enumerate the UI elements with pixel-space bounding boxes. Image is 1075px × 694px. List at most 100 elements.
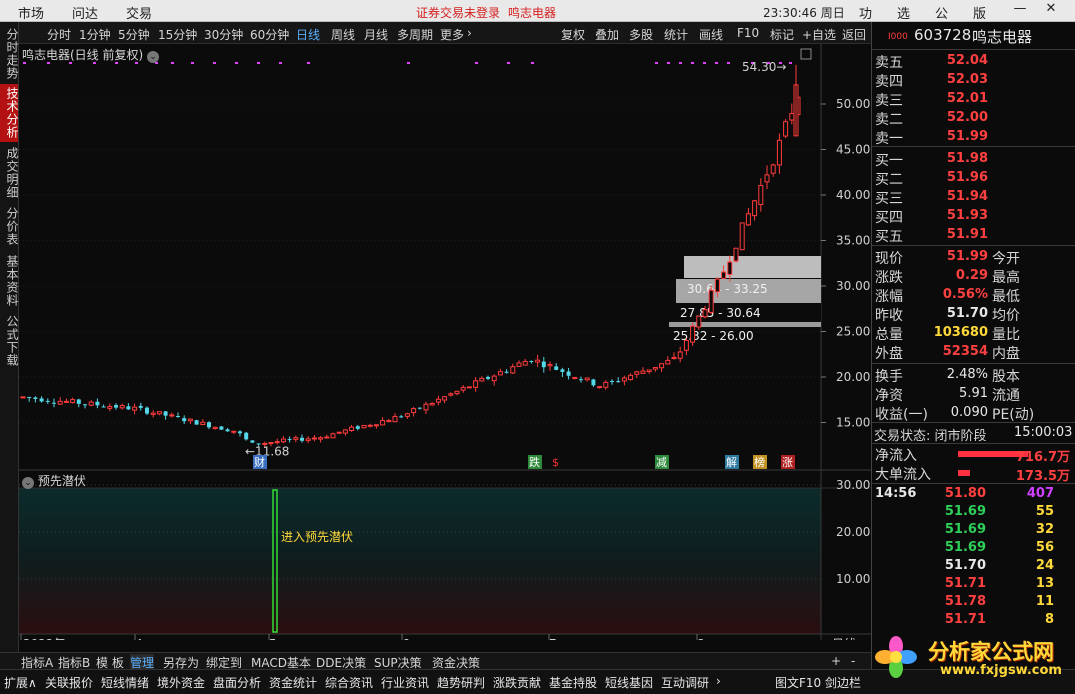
stat-value: 52354 <box>942 344 988 359</box>
close-icon[interactable]: ✕ <box>1040 1 1062 21</box>
event-dot <box>703 62 706 64</box>
period-multi[interactable]: 多周期 <box>397 26 433 43</box>
kline-chart[interactable]: 50.00 45.00 40.00 35.00 30.00 25.00 20.00 15.00… <box>19 44 871 640</box>
candle-up <box>349 426 355 431</box>
login-warning[interactable]: 证券交易未登录 <box>416 4 500 21</box>
event-marker[interactable]: 涨 <box>781 455 795 469</box>
candle-down <box>138 405 143 408</box>
tab-news[interactable]: 综合资讯 <box>325 674 373 691</box>
candle-up <box>683 340 689 351</box>
tool-overlay[interactable]: 叠加 <box>595 26 619 43</box>
add-icon[interactable]: + <box>831 654 841 668</box>
candle-up <box>442 396 448 401</box>
candle-up <box>739 222 745 251</box>
tab-fund-stats[interactable]: 资金统计 <box>269 674 317 691</box>
tick-volume: 11 <box>1035 594 1054 609</box>
candle-down <box>287 439 292 441</box>
tab-short-gene[interactable]: 短线基因 <box>605 674 653 691</box>
tool-adjust[interactable]: 复权 <box>561 26 585 43</box>
ask-price[interactable]: 52.04 <box>932 53 988 68</box>
period-5min[interactable]: 5分钟 <box>118 26 150 43</box>
tool-add-watchlist[interactable]: +自选 <box>802 26 836 43</box>
chip-band <box>684 256 821 278</box>
candle-up <box>404 413 410 417</box>
indicator-title-text: 预先潜伏 <box>37 474 86 488</box>
btn-expand[interactable]: 扩展∧ <box>4 674 37 691</box>
tab-intraday[interactable]: 分时走势 <box>0 26 19 82</box>
tab-basic-info[interactable]: 基本资料 <box>0 254 19 308</box>
event-marker[interactable]: $ <box>551 455 565 469</box>
tool-draw[interactable]: 画线 <box>699 26 723 43</box>
tab-related-quote[interactable]: 关联报价 <box>45 674 93 691</box>
candle-down <box>126 406 131 410</box>
tick-volume: 55 <box>1035 504 1054 519</box>
period-1min[interactable]: 1分钟 <box>79 26 111 43</box>
chevron-right-icon[interactable]: › <box>716 674 721 688</box>
period-30min[interactable]: 30分钟 <box>204 26 243 43</box>
candle-up <box>702 309 708 318</box>
tab-short-sentiment[interactable]: 短线情绪 <box>101 674 149 691</box>
tab-formula-download[interactable]: 公式下载 <box>0 314 19 368</box>
ask-price[interactable]: 52.00 <box>932 110 988 125</box>
chevron-down-icon[interactable]: ⌄ <box>147 51 160 63</box>
ask-price[interactable]: 51.99 <box>932 129 988 144</box>
f10-sidebar-label[interactable]: 图文F10 剑边栏 <box>775 674 861 691</box>
ask-price[interactable]: 52.01 <box>932 91 988 106</box>
menu-market[interactable]: 市场 <box>18 3 44 22</box>
candle-down <box>554 366 559 370</box>
quote-panel: I000 603728 鸣志电器 卖五 52.04 卖四 52.03 卖三 52.01 卖二… <box>871 22 1075 669</box>
bid-price[interactable]: 51.96 <box>932 170 988 185</box>
tool-f10[interactable]: F10 <box>737 26 759 40</box>
indicator-toolbar: 指标A 指标B 模 板 管理 另存为 绑定到 MACD基本 DDE决策 SUP决… <box>0 652 871 671</box>
tab-contribution[interactable]: 涨跌贡献 <box>493 674 541 691</box>
tab-trend[interactable]: 趋势研判 <box>437 674 485 691</box>
menu-wenda[interactable]: 问达 <box>72 3 98 22</box>
candle-down <box>45 400 50 402</box>
ask-label: 卖一 <box>875 131 903 147</box>
chevron-down-icon[interactable]: ⌄ <box>22 477 34 489</box>
tab-trades[interactable]: 成交明细 <box>0 146 19 200</box>
event-marker[interactable]: 减 <box>655 455 669 469</box>
event-marker[interactable]: 解 <box>725 455 739 469</box>
candle-down <box>207 422 211 428</box>
event-marker[interactable]: 跌 <box>528 455 542 469</box>
site-logo: 分析家公式网 www.fxjgsw.com <box>870 633 1075 681</box>
indicator-title: ⌄ 预先潜伏 <box>22 472 86 489</box>
period-intraday[interactable]: 分时 <box>47 26 71 43</box>
minus-icon[interactable]: - <box>851 654 855 668</box>
ask-price[interactable]: 52.03 <box>932 72 988 87</box>
period-60min[interactable]: 60分钟 <box>250 26 289 43</box>
tool-stats[interactable]: 统计 <box>664 26 688 43</box>
menu-trade[interactable]: 交易 <box>126 3 152 22</box>
tab-industry-news[interactable]: 行业资讯 <box>381 674 429 691</box>
tool-multi-stock[interactable]: 多股 <box>629 26 653 43</box>
tab-foreign-fund[interactable]: 境外资金 <box>157 674 205 691</box>
logo-url: www.fxjgsw.com <box>940 663 1062 678</box>
event-marker[interactable]: 榜 <box>753 455 767 469</box>
period-daily[interactable]: 日线 <box>296 26 320 43</box>
bid-price[interactable]: 51.98 <box>932 151 988 166</box>
bid-price[interactable]: 51.93 <box>932 208 988 223</box>
chevron-right-icon[interactable]: › <box>467 26 472 40</box>
period-15min[interactable]: 15分钟 <box>158 26 197 43</box>
stat-label: 昨收 <box>875 308 903 324</box>
event-dot <box>789 62 792 64</box>
period-more[interactable]: 更多 <box>440 26 464 43</box>
candle-up <box>330 433 336 439</box>
tab-fund-holding[interactable]: 基金持股 <box>549 674 597 691</box>
minimize-icon[interactable]: — <box>1009 1 1031 21</box>
event-marker[interactable]: 财 <box>253 455 267 469</box>
candle-up <box>584 377 590 381</box>
tool-mark[interactable]: 标记 <box>770 26 794 43</box>
tool-back[interactable]: 返回 <box>842 26 866 43</box>
y-tick-label: 45.00 <box>836 143 870 157</box>
bid-price[interactable]: 51.94 <box>932 189 988 204</box>
bid-price[interactable]: 51.91 <box>932 227 988 242</box>
candle-up <box>677 351 683 359</box>
tab-price-table[interactable]: 分价表 <box>0 204 19 248</box>
period-weekly[interactable]: 周线 <box>331 26 355 43</box>
period-monthly[interactable]: 月线 <box>364 26 388 43</box>
tab-board-analysis[interactable]: 盘面分析 <box>213 674 261 691</box>
tab-technical[interactable]: 技术分析 <box>0 84 19 142</box>
tab-interactive[interactable]: 互动调研 <box>661 674 709 691</box>
